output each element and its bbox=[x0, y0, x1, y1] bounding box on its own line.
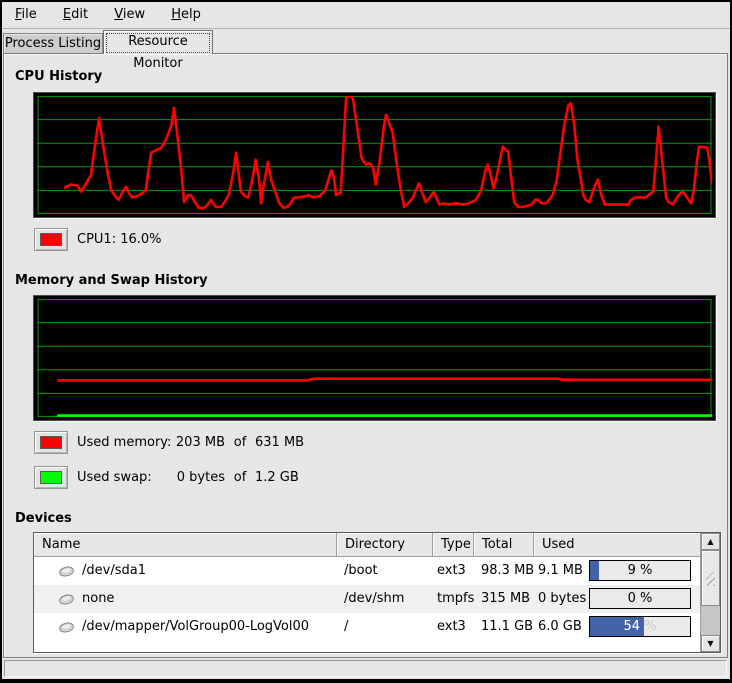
column-header-type[interactable]: Type bbox=[433, 533, 474, 557]
cpu-history-title: CPU History bbox=[15, 69, 102, 84]
device-type: ext3 bbox=[433, 557, 474, 585]
cpu1-legend-label: CPU1: 16.0% bbox=[77, 228, 162, 251]
tab-resource-monitor[interactable]: Resource Monitor bbox=[103, 30, 213, 54]
device-type: ext3 bbox=[433, 613, 474, 641]
table-row-dev-sda1[interactable]: /dev/sda1 /boot ext3 98.3 MB 9.1 MB 9 % … bbox=[34, 557, 700, 585]
used-swap-of: of bbox=[225, 466, 255, 489]
devices-table-header: Name Directory Type Total Used bbox=[34, 533, 700, 557]
progress-label-overlay-clip: 9 % bbox=[590, 561, 599, 580]
progress-label: 0 % bbox=[590, 589, 690, 608]
used-swap-total: 1.2 GB bbox=[255, 466, 299, 489]
used-memory-color-chip bbox=[40, 436, 62, 449]
device-directory: /boot bbox=[337, 557, 433, 585]
used-memory-label: Used memory: bbox=[77, 431, 173, 454]
app-window: File Edit View Help Process Listing Reso… bbox=[0, 0, 732, 683]
used-memory-of: of bbox=[225, 431, 255, 454]
column-header-total[interactable]: Total bbox=[474, 533, 534, 557]
drive-icon bbox=[58, 565, 75, 578]
device-name: /dev/mapper/VolGroup00-LogVol00 bbox=[82, 613, 309, 641]
cpu1-color-chip bbox=[40, 233, 62, 246]
used-swap-label: Used swap: bbox=[77, 466, 173, 489]
drive-icon bbox=[58, 593, 75, 606]
column-header-used[interactable]: Used bbox=[534, 533, 700, 557]
device-total: 11.1 GB bbox=[474, 613, 534, 641]
device-name: /dev/sda1 bbox=[82, 557, 146, 585]
device-directory: /dev/shm bbox=[337, 585, 433, 613]
device-total: 315 MB bbox=[474, 585, 534, 613]
device-used-progressbar: 9 % 9 % bbox=[589, 560, 691, 581]
devices-title: Devices bbox=[15, 511, 72, 526]
used-memory-total: 631 MB bbox=[255, 431, 304, 454]
progress-label-overlay: 9 % bbox=[590, 561, 599, 580]
used-swap-value: 0 bytes bbox=[173, 466, 225, 489]
menubar: File Edit View Help bbox=[2, 2, 730, 29]
device-total: 98.3 MB bbox=[474, 557, 534, 585]
device-directory: / bbox=[337, 613, 433, 641]
device-used: 9.1 MB bbox=[538, 563, 583, 578]
resource-monitor-page: CPU History CPU1: 16.0% Memory and Swap … bbox=[3, 53, 728, 658]
scrollbar-grip bbox=[706, 572, 715, 586]
table-row-volgroup[interactable]: /dev/mapper/VolGroup00-LogVol00 / ext3 1… bbox=[34, 613, 700, 641]
device-type: tmpfs bbox=[433, 585, 474, 613]
used-memory-color-button[interactable] bbox=[34, 431, 68, 454]
menu-view[interactable]: View bbox=[103, 2, 156, 28]
vertical-scrollbar[interactable]: ▲ ▼ bbox=[700, 533, 720, 652]
memory-swap-chart bbox=[37, 299, 712, 417]
scroll-down-button[interactable]: ▼ bbox=[701, 635, 720, 652]
device-used-progressbar: 0 % 0 % bbox=[589, 588, 691, 609]
progress-label-overlay-clip: 54 % bbox=[590, 617, 644, 636]
menu-file[interactable]: File bbox=[4, 2, 48, 28]
device-name: none bbox=[82, 585, 114, 613]
device-used: 0 bytes bbox=[538, 591, 586, 606]
memory-swap-title: Memory and Swap History bbox=[15, 273, 208, 288]
scroll-up-button[interactable]: ▲ bbox=[701, 533, 720, 550]
memory-swap-graph bbox=[33, 295, 716, 421]
column-header-directory[interactable]: Directory bbox=[337, 533, 433, 557]
cpu-history-chart bbox=[37, 96, 712, 214]
cpu-history-graph bbox=[33, 92, 716, 218]
scrollbar-thumb[interactable] bbox=[701, 550, 720, 606]
menu-help[interactable]: Help bbox=[160, 2, 212, 28]
statusbar bbox=[4, 660, 727, 677]
progress-label: 9 % bbox=[590, 561, 690, 580]
used-memory-legend: Used memory: 203 MB of 631 MB bbox=[77, 431, 304, 454]
table-row-none[interactable]: none /dev/shm tmpfs 315 MB 0 bytes 0 % 0… bbox=[34, 585, 700, 613]
column-header-name[interactable]: Name bbox=[34, 533, 337, 557]
devices-table-body: /dev/sda1 /boot ext3 98.3 MB 9.1 MB 9 % … bbox=[34, 557, 700, 641]
used-swap-legend: Used swap: 0 bytes of 1.2 GB bbox=[77, 466, 299, 489]
used-swap-color-chip bbox=[40, 471, 62, 484]
device-used: 6.0 GB bbox=[538, 619, 582, 634]
drive-icon bbox=[58, 621, 75, 634]
device-used-progressbar: 54 % 54 % bbox=[589, 616, 691, 637]
progress-label-overlay: 54 % bbox=[590, 617, 644, 636]
used-memory-value: 203 MB bbox=[173, 431, 225, 454]
menu-edit[interactable]: Edit bbox=[52, 2, 99, 28]
used-swap-color-button[interactable] bbox=[34, 466, 68, 489]
devices-table: Name Directory Type Total Used /dev/sda1… bbox=[33, 532, 721, 653]
cpu1-color-button[interactable] bbox=[34, 228, 68, 251]
tab-process-listing[interactable]: Process Listing bbox=[3, 33, 103, 54]
